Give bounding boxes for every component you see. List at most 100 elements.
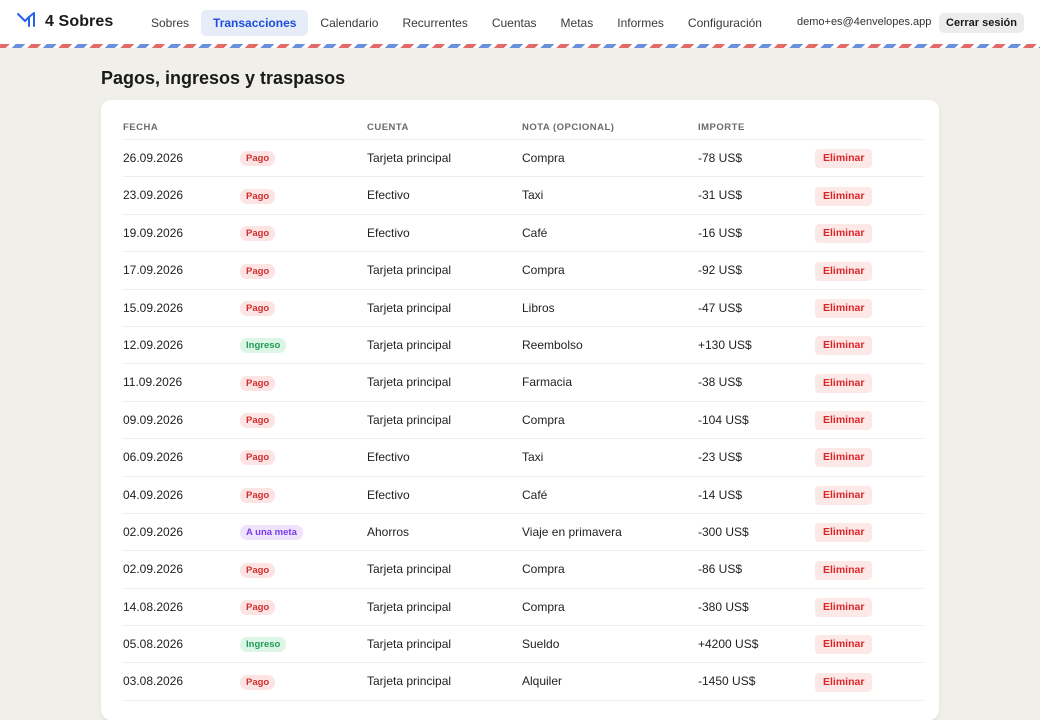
transaction-date: 06.09.2026: [123, 450, 184, 465]
nav-item-informes[interactable]: Informes: [605, 10, 676, 36]
transaction-amount: -23 US$: [698, 450, 743, 465]
transaction-note: Reembolso: [522, 337, 583, 352]
transaction-note: Compra: [522, 599, 565, 614]
transaction-type-badge: A una meta: [240, 525, 303, 541]
transaction-type-cell: Pago: [240, 177, 276, 214]
transaction-account: Ahorros: [367, 524, 410, 539]
nav-item-cuentas[interactable]: Cuentas: [480, 10, 549, 36]
transaction-note: Sueldo: [522, 637, 560, 652]
transaction-type-cell: Pago: [240, 663, 276, 700]
transaction-amount: -104 US$: [698, 412, 749, 427]
delete-button[interactable]: Eliminar: [815, 635, 873, 655]
transaction-note: Compra: [522, 263, 565, 278]
transaction-type-badge: Pago: [240, 263, 276, 279]
delete-cell: Eliminar: [815, 551, 873, 588]
transaction-account: Tarjeta principal: [367, 375, 452, 390]
header-amount: IMPORTE: [698, 122, 745, 133]
table-row: 26.09.2026 Pago Tarjeta principal Compra -78…: [123, 140, 923, 178]
transaction-date: 02.09.2026: [123, 562, 184, 577]
delete-cell: Eliminar: [815, 290, 873, 327]
delete-cell: Eliminar: [815, 252, 873, 289]
transaction-account: Tarjeta principal: [367, 562, 452, 577]
transaction-account: Tarjeta principal: [367, 300, 452, 315]
transaction-type-cell: A una meta: [240, 514, 303, 551]
delete-cell: Eliminar: [815, 215, 873, 252]
transaction-note: Café: [522, 487, 548, 502]
delete-button[interactable]: Eliminar: [815, 149, 873, 169]
transaction-date: 03.08.2026: [123, 674, 184, 689]
transaction-account: Tarjeta principal: [367, 637, 452, 652]
delete-cell: Eliminar: [815, 663, 873, 700]
table-row: 23.09.2026 Pago Efectivo Taxi -31 US$ Elimina…: [123, 177, 923, 215]
transaction-amount: -78 US$: [698, 151, 743, 165]
transactions-list: 26.09.2026 Pago Tarjeta principal Compra -78…: [123, 140, 923, 701]
table-row: 02.09.2026 Pago Tarjeta principal Compra -86…: [123, 551, 923, 589]
brand-name: 4 Sobres: [45, 13, 114, 30]
delete-button[interactable]: Eliminar: [815, 448, 873, 468]
transaction-type-cell: Pago: [240, 477, 276, 514]
delete-cell: Eliminar: [815, 514, 873, 551]
transaction-type-badge: Pago: [240, 674, 276, 690]
delete-button[interactable]: Eliminar: [815, 373, 873, 393]
delete-button[interactable]: Eliminar: [815, 485, 873, 505]
transaction-type-badge: Pago: [240, 188, 276, 204]
delete-button[interactable]: Eliminar: [815, 598, 873, 618]
transaction-type-cell: Pago: [240, 215, 276, 252]
transaction-date: 17.09.2026: [123, 263, 184, 278]
delete-button[interactable]: Eliminar: [815, 336, 873, 356]
transaction-amount: -86 US$: [698, 562, 743, 577]
nav-item-metas[interactable]: Metas: [549, 10, 606, 36]
transaction-date: 05.08.2026: [123, 637, 184, 652]
transaction-amount: -38 US$: [698, 375, 743, 390]
table-row: 19.09.2026 Pago Efectivo Café -16 US$ Elimina…: [123, 215, 923, 253]
transaction-type-cell: Pago: [240, 589, 276, 626]
table-row: 09.09.2026 Pago Tarjeta principal Compra -10…: [123, 402, 923, 440]
transaction-amount: -380 US$: [698, 599, 749, 614]
transaction-note: Compra: [522, 562, 565, 577]
transaction-type-badge: Ingreso: [240, 637, 287, 653]
transaction-amount: -14 US$: [698, 487, 743, 502]
page-title: Pagos, ingresos y traspasos: [101, 68, 346, 88]
transaction-date: 19.09.2026: [123, 225, 184, 240]
nav-item-calendario[interactable]: Calendario: [308, 10, 390, 36]
delete-cell: Eliminar: [815, 140, 873, 177]
table-row: 12.09.2026 Ingreso Tarjeta principal Reembo…: [123, 327, 923, 365]
delete-cell: Eliminar: [815, 589, 873, 626]
transaction-note: Libros: [522, 300, 555, 315]
nav-item-sobres[interactable]: Sobres: [139, 10, 201, 36]
brand[interactable]: 4 Sobres: [17, 11, 113, 33]
delete-cell: Eliminar: [815, 439, 873, 476]
table-row: 11.09.2026 Pago Tarjeta principal Farmacia -…: [123, 364, 923, 402]
transaction-type-cell: Pago: [240, 252, 276, 289]
header-note: NOTA (OPCIONAL): [522, 122, 615, 133]
transaction-type-badge: Pago: [240, 375, 276, 391]
nav-item-transacciones[interactable]: Transacciones: [201, 10, 309, 36]
delete-cell: Eliminar: [815, 626, 873, 663]
transaction-amount: -47 US$: [698, 300, 743, 315]
transaction-type-badge: Ingreso: [240, 338, 287, 354]
transaction-date: 15.09.2026: [123, 300, 184, 315]
delete-button[interactable]: Eliminar: [815, 186, 873, 206]
transaction-note: Compra: [522, 412, 565, 427]
delete-cell: Eliminar: [815, 327, 873, 364]
transaction-note: Farmacia: [522, 375, 573, 390]
nav-item-recurrentes[interactable]: Recurrentes: [390, 10, 479, 36]
nav-item-configuracion[interactable]: Configuración: [676, 10, 774, 36]
transaction-amount: -92 US$: [698, 263, 743, 278]
transaction-note: Alquiler: [522, 674, 563, 689]
airmail-border: [0, 44, 1040, 48]
table-row: 05.08.2026 Ingreso Tarjeta principal Sueldo…: [123, 626, 923, 664]
logout-button[interactable]: Cerrar sesión: [939, 13, 1024, 33]
delete-button[interactable]: Eliminar: [815, 411, 873, 431]
transaction-account: Tarjeta principal: [367, 151, 452, 165]
delete-button[interactable]: Eliminar: [815, 523, 873, 543]
transaction-date: 14.08.2026: [123, 599, 184, 614]
delete-button[interactable]: Eliminar: [815, 261, 873, 281]
delete-button[interactable]: Eliminar: [815, 298, 873, 318]
transaction-type-badge: Pago: [240, 300, 276, 316]
transaction-note: Taxi: [522, 450, 544, 465]
transaction-account: Tarjeta principal: [367, 263, 452, 278]
delete-button[interactable]: Eliminar: [815, 672, 873, 692]
delete-button[interactable]: Eliminar: [815, 224, 873, 244]
delete-button[interactable]: Eliminar: [815, 560, 873, 580]
